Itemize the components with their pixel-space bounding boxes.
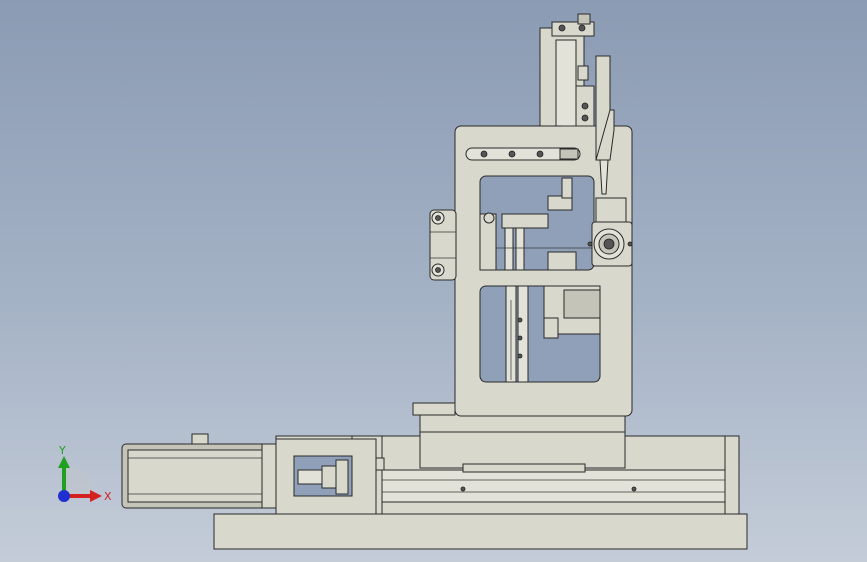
servo-motor [121,433,277,509]
coordinate-triad: Y X [58,444,112,503]
z-axis-marker [58,490,70,502]
coupling-housing [275,438,385,515]
right-bearing-housing [587,221,633,267]
left-cylinder-block [429,209,457,281]
x-axis-label: X [104,490,112,503]
cad-viewport[interactable]: Y X [0,0,867,562]
y-axis-label: Y [58,444,66,457]
base-plate [213,513,748,550]
assembly-drawing: Y X [58,13,748,550]
step-block [595,197,627,223]
